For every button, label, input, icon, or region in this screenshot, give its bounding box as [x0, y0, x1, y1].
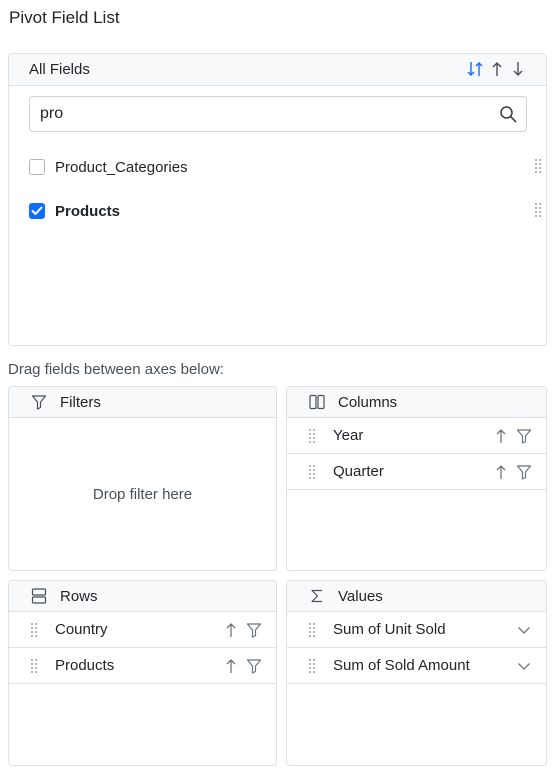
field-label: Products [55, 202, 121, 220]
columns-axis[interactable]: Columns Year Quarter [286, 386, 547, 571]
values-title: Values [338, 587, 383, 605]
drag-handle-icon[interactable] [309, 464, 315, 479]
all-fields-header: All Fields [9, 54, 546, 86]
filters-header: Filters [9, 387, 276, 418]
axis-item-sum-of-sold-amount[interactable]: Sum of Sold Amount [287, 648, 546, 684]
field-checkbox-checked[interactable] [29, 203, 45, 219]
item-actions [516, 621, 532, 638]
rows-axis[interactable]: Rows Country Products [8, 580, 277, 766]
search-icon[interactable] [499, 105, 517, 123]
sort-ascending-icon[interactable] [223, 621, 239, 638]
drag-handle-icon[interactable] [535, 159, 541, 173]
axis-item-label: Sum of Unit Sold [333, 621, 446, 638]
columns-icon [309, 394, 325, 410]
filter-icon [31, 394, 47, 410]
rows-title: Rows [60, 587, 98, 605]
values-header: Values [287, 581, 546, 612]
axis-item-label: Sum of Sold Amount [333, 657, 470, 674]
sort-ascending-icon[interactable] [223, 657, 239, 674]
axis-item-label: Products [55, 657, 115, 674]
drag-handle-icon[interactable] [31, 622, 37, 637]
sort-ascending-icon[interactable] [488, 60, 505, 78]
sigma-icon [309, 588, 325, 604]
filters-title: Filters [60, 393, 101, 411]
axis-item-sum-of-unit-sold[interactable]: Sum of Unit Sold [287, 612, 546, 648]
item-actions [223, 621, 262, 638]
filter-icon[interactable] [516, 427, 532, 444]
search-box [29, 96, 527, 132]
filter-icon[interactable] [246, 657, 262, 674]
sort-ascending-icon[interactable] [493, 463, 509, 480]
field-search-input[interactable] [30, 97, 480, 131]
all-fields-title: All Fields [29, 61, 90, 78]
drag-hint-text: Drag fields between axes below: [8, 361, 224, 378]
item-actions [493, 463, 532, 480]
axis-item-products[interactable]: Products [9, 648, 276, 684]
values-axis[interactable]: Values Sum of Unit Sold Sum of Sold Amou… [286, 580, 547, 766]
drop-filter-placeholder: Drop filter here [92, 486, 193, 503]
sort-descending-icon[interactable] [509, 60, 526, 78]
axis-item-label: Country [55, 621, 108, 638]
sort-controls [467, 60, 526, 78]
item-actions [516, 657, 532, 674]
filters-axis[interactable]: Filters Drop filter here [8, 386, 277, 571]
field-item-product-categories[interactable]: Product_Categories [29, 155, 541, 179]
sort-default-icon[interactable] [467, 60, 484, 78]
filter-icon[interactable] [516, 463, 532, 480]
item-actions [223, 657, 262, 674]
rows-icon [31, 588, 47, 604]
drag-handle-icon[interactable] [309, 658, 315, 673]
window-title: Pivot Field List [9, 8, 120, 27]
rows-header: Rows [9, 581, 276, 612]
columns-title: Columns [338, 393, 398, 411]
chevron-down-icon[interactable] [516, 621, 532, 638]
drag-handle-icon[interactable] [309, 622, 315, 637]
axis-item-label: Year [333, 427, 364, 444]
axis-item-quarter[interactable]: Quarter [287, 454, 546, 490]
axis-item-year[interactable]: Year [287, 418, 546, 454]
drag-handle-icon[interactable] [309, 428, 315, 443]
drag-handle-icon[interactable] [31, 658, 37, 673]
columns-header: Columns [287, 387, 546, 418]
field-item-products[interactable]: Products [29, 199, 541, 223]
all-fields-panel: All Fields Product_Categories P [8, 53, 547, 346]
axis-item-country[interactable]: Country [9, 612, 276, 648]
filter-icon[interactable] [246, 621, 262, 638]
item-actions [493, 427, 532, 444]
field-label: Product_Categories [55, 158, 188, 176]
drag-handle-icon[interactable] [535, 203, 541, 217]
field-checkbox[interactable] [29, 159, 45, 175]
chevron-down-icon[interactable] [516, 657, 532, 674]
sort-ascending-icon[interactable] [493, 427, 509, 444]
axis-item-label: Quarter [333, 463, 384, 480]
